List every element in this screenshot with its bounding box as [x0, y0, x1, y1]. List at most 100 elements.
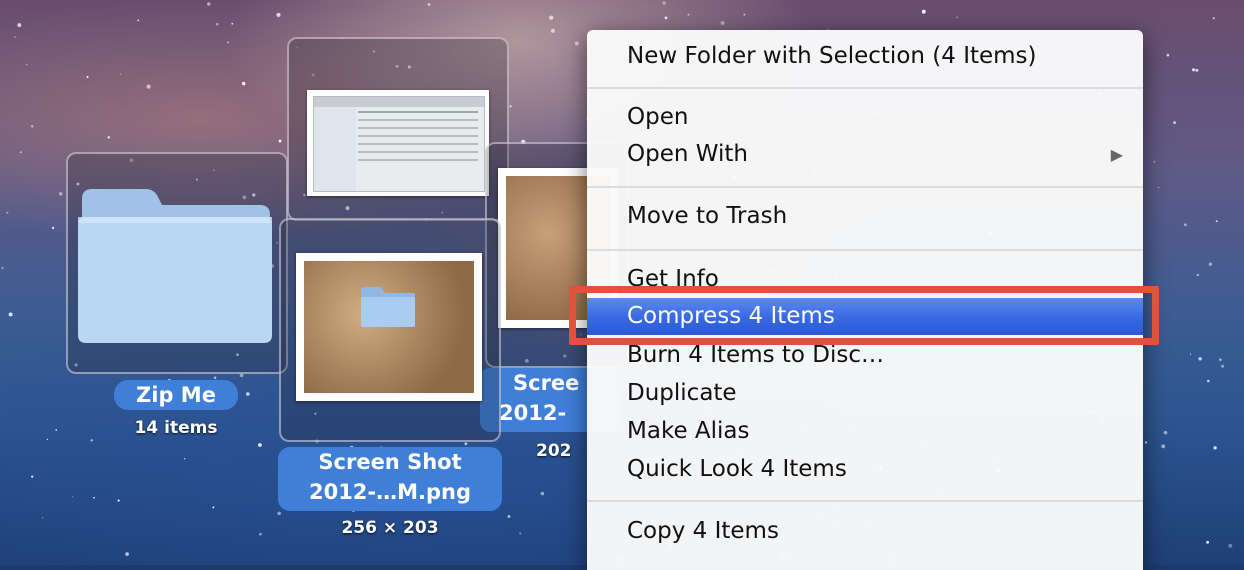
- star: [14, 36, 16, 38]
- star: [90, 439, 93, 442]
- star: [743, 13, 746, 16]
- star: [1198, 357, 1202, 361]
- star: [55, 429, 58, 431]
- star: [227, 41, 230, 44]
- triangle-right-icon: ▶: [1110, 145, 1123, 164]
- star: [51, 226, 55, 230]
- star: [31, 475, 34, 478]
- star: [427, 3, 431, 6]
- star: [46, 438, 49, 441]
- star: [550, 28, 555, 33]
- star: [549, 15, 554, 20]
- star: [231, 22, 234, 25]
- star: [58, 192, 63, 196]
- star: [1173, 121, 1177, 125]
- star: [1189, 353, 1192, 355]
- star: [1195, 68, 1199, 72]
- star: [662, 1, 666, 5]
- star: [17, 23, 22, 28]
- star: [464, 442, 468, 446]
- star: [207, 2, 211, 6]
- star: [215, 22, 219, 26]
- menu-item-copy[interactable]: Copy 4 Items: [587, 513, 1143, 550]
- star: [212, 506, 215, 509]
- menu-item-new-folder-with-selection[interactable]: New Folder with Selection (4 Items): [587, 38, 1143, 75]
- star: [1206, 540, 1210, 544]
- star: [41, 517, 44, 519]
- star: [574, 41, 579, 46]
- star: [1208, 262, 1213, 266]
- star: [1166, 53, 1170, 57]
- menu-separator: [587, 87, 1143, 89]
- star: [19, 151, 22, 154]
- star: [921, 9, 926, 14]
- screenshot-thumbnail[interactable]: [296, 253, 482, 401]
- folder-icon[interactable]: [76, 185, 274, 345]
- star: [1215, 220, 1218, 223]
- star: [1207, 379, 1210, 383]
- star: [107, 136, 111, 139]
- star: [25, 63, 28, 66]
- star: [277, 511, 281, 516]
- menu-separator: [587, 500, 1143, 502]
- menu-separator: [587, 186, 1143, 188]
- star: [8, 312, 13, 317]
- star: [1184, 223, 1187, 227]
- menu-item-open-with-label: Open With: [627, 141, 748, 167]
- star: [519, 532, 522, 535]
- menu-item-open-with[interactable]: Open With ▶: [587, 136, 1143, 173]
- star: [245, 392, 250, 396]
- menu-item-duplicate[interactable]: Duplicate: [587, 375, 1143, 412]
- menu-item-quick-look[interactable]: Quick Look 4 Items: [587, 451, 1143, 488]
- annotation-highlight-box: [569, 286, 1159, 345]
- star: [1212, 17, 1215, 20]
- star: [540, 491, 545, 496]
- star: [125, 552, 129, 556]
- mini-folder-icon: [361, 287, 415, 327]
- star: [720, 20, 725, 26]
- finder-window-thumbnail[interactable]: [307, 90, 489, 196]
- screenshot-name-line2: 2012-…M.png: [308, 480, 472, 504]
- screenshot-name-label[interactable]: Screen Shot 2012-…M.png: [278, 447, 502, 511]
- star: [956, 16, 958, 19]
- star: [1158, 187, 1160, 189]
- star: [278, 139, 282, 143]
- menu-item-make-alias[interactable]: Make Alias: [587, 413, 1143, 450]
- star: [119, 73, 122, 75]
- star: [1, 266, 4, 270]
- star: [117, 499, 120, 502]
- star: [146, 84, 151, 89]
- star: [93, 496, 95, 499]
- star: [258, 532, 262, 536]
- star: [509, 105, 512, 108]
- star: [1228, 543, 1233, 548]
- star: [183, 458, 186, 460]
- star: [1144, 441, 1148, 444]
- star: [507, 514, 511, 519]
- star: [1219, 358, 1222, 362]
- screenshot-dimensions-right: 202: [536, 441, 572, 461]
- screenshot-dimensions: 256 × 203: [341, 518, 439, 538]
- star: [1196, 273, 1199, 277]
- star: [258, 443, 262, 447]
- menu-separator: [587, 249, 1143, 251]
- menu-item-open[interactable]: Open: [587, 99, 1143, 136]
- menu-item-move-to-trash[interactable]: Move to Trash: [587, 198, 1143, 235]
- star: [86, 75, 89, 79]
- star: [1153, 160, 1156, 163]
- star: [137, 19, 140, 22]
- star: [687, 13, 690, 16]
- star: [213, 376, 217, 380]
- star: [6, 211, 9, 214]
- folder-name-label[interactable]: Zip Me: [114, 380, 238, 410]
- star: [1163, 430, 1168, 435]
- star: [72, 496, 74, 498]
- star: [1221, 364, 1225, 368]
- star: [1161, 444, 1166, 449]
- star: [1213, 446, 1217, 450]
- star: [241, 81, 246, 86]
- star: [30, 125, 34, 128]
- star: [1192, 68, 1196, 72]
- screenshot-name-line1: Screen Shot: [318, 450, 462, 474]
- star: [664, 16, 668, 20]
